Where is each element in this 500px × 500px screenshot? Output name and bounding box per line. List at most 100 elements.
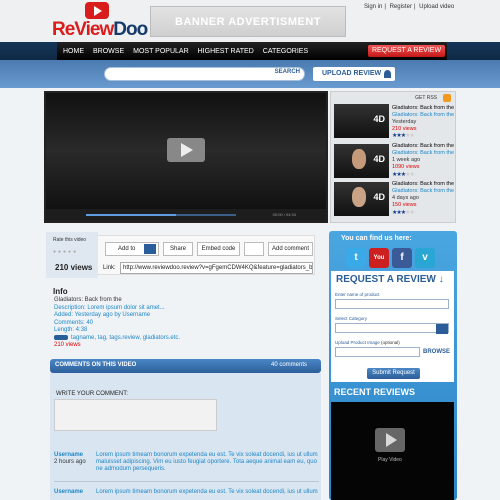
search-button[interactable]: SEARCH	[275, 69, 300, 75]
comment-item: Username 2 hours ago Lorem ipsum timeam …	[54, 452, 319, 480]
play-video-label: Play Video	[378, 457, 402, 463]
add-to-label: Add to	[118, 246, 136, 252]
add-comment-button[interactable]: Add comment	[268, 242, 313, 256]
logo[interactable]: ReViewDoo	[52, 2, 152, 42]
logo-text-red: ReView	[52, 19, 114, 40]
request-review-button[interactable]: REQUEST A REVIEW	[368, 45, 445, 57]
view-count: 210 views	[55, 263, 93, 272]
related-video-info: Gladiators: Back from the Gladiators: Ba…	[392, 181, 456, 209]
sign-in-link[interactable]: Sign in	[364, 4, 382, 10]
search-input[interactable]: SEARCH	[104, 67, 305, 81]
info-comments: Comments: 40	[54, 319, 94, 326]
star-rating[interactable]: ★★★★★	[392, 171, 415, 178]
request-title-text: REQUEST A REVIEW	[336, 274, 436, 285]
chevron-down-icon[interactable]	[436, 324, 448, 334]
recent-reviews-title: RECENT REVIEWS	[334, 387, 416, 397]
nav-most-popular[interactable]: MOST POPULAR	[133, 48, 189, 55]
play-icon[interactable]	[375, 428, 405, 452]
register-link[interactable]: Register	[390, 4, 412, 10]
upload-input[interactable]	[335, 347, 420, 357]
player-time: 00:00 / 04:34	[272, 212, 296, 217]
comment-time: 2 hours ago	[54, 459, 86, 465]
rss-icon[interactable]	[443, 94, 451, 102]
comment-user[interactable]: Username	[54, 452, 83, 459]
rate-label: Rate this video	[53, 237, 87, 243]
link-field[interactable]: http://www.reviewdoo.review?v=gFgemCDW4K…	[120, 262, 313, 274]
submit-request-button[interactable]: Submit Request	[367, 368, 420, 379]
video-thumbnail[interactable]: 4D	[334, 104, 389, 138]
info-views: 210 views	[54, 342, 81, 349]
upload-review-button[interactable]: UPLOAD REVIEW	[313, 67, 395, 81]
comments-count: 40 comments	[270, 362, 307, 368]
category-select[interactable]	[335, 323, 449, 334]
rss-label[interactable]: GET RSS	[415, 95, 437, 101]
nav-browse[interactable]: BROWSE	[93, 48, 124, 55]
play-icon[interactable]	[167, 138, 205, 162]
comment-text: Lorem ipsum timeam bonorum expetenda eu …	[96, 489, 318, 495]
comment-text: Lorem ipsum timeam bonorum expetenda eu …	[96, 452, 318, 472]
related-ago: Yesterday	[392, 119, 417, 125]
logo-text-dark: Doo	[113, 19, 148, 40]
write-comment-label: WRITE YOUR COMMENT:	[56, 391, 128, 397]
browse-button[interactable]: BROWSE	[423, 349, 450, 355]
video-stage[interactable]	[46, 93, 326, 209]
facebook-icon[interactable]: f	[392, 248, 412, 268]
comment-item: Username Lorem ipsum timeam bonorum expe…	[54, 489, 319, 500]
related-views: 150 views	[392, 202, 417, 208]
vimeo-icon[interactable]: v	[415, 248, 435, 268]
nav-highest-rated[interactable]: HIGHEST RATED	[198, 48, 254, 55]
related-subtitle[interactable]: Gladiators: Back from the	[392, 112, 456, 119]
related-title[interactable]: Gladiators: Back from the	[392, 105, 456, 112]
nav-home[interactable]: HOME	[63, 48, 84, 55]
upload-arrow-icon	[384, 70, 391, 78]
related-title[interactable]: Gladiators: Back from the	[392, 181, 456, 188]
top-links: Sign in | Register | Upload video	[364, 4, 455, 10]
thumb-badge: 4D	[373, 192, 385, 202]
flag-icon[interactable]	[244, 242, 264, 256]
info-title: Gladiators: Back from the	[54, 297, 122, 303]
info-description[interactable]: Description: Lorem ipsum dolor sit amet.…	[54, 305, 324, 313]
product-label: Enter name of product	[335, 292, 380, 297]
related-subtitle[interactable]: Gladiators: Back from the	[392, 188, 456, 195]
comment-user[interactable]: Username	[54, 489, 83, 496]
link-label: Link:	[103, 265, 116, 271]
nav-categories[interactable]: CATEGORIES	[263, 48, 308, 55]
banner-ad[interactable]: BANNER ADVERTISMENT	[150, 6, 346, 37]
comment-textarea[interactable]	[54, 399, 217, 431]
chevron-down-icon[interactable]	[144, 244, 156, 254]
related-ago: 1 week ago	[392, 157, 421, 163]
progress-buffer	[86, 214, 176, 216]
info-tags[interactable]: tagname, tag, tags.review, gladiators.et…	[71, 335, 180, 341]
related-subtitle[interactable]: Gladiators: Back from the	[392, 150, 456, 157]
star-rating[interactable]: ★★★★★	[392, 209, 415, 216]
arrow-down-icon: ↓	[438, 274, 444, 285]
video-thumbnail[interactable]: 4D	[334, 144, 389, 178]
thumb-badge: 4D	[373, 154, 385, 164]
info-details: Gladiators: Back from the Description: L…	[54, 297, 324, 350]
product-input[interactable]	[335, 299, 449, 309]
rate-stars[interactable]: ●●●●●	[53, 249, 78, 255]
star-rating[interactable]: ★★★★★	[392, 132, 415, 139]
upload-label: Upload Product Image (optional)	[335, 340, 400, 345]
related-ago: 4 days ago	[392, 195, 419, 201]
upload-review-label: UPLOAD REVIEW	[322, 70, 382, 77]
add-to-button[interactable]: Add to	[105, 242, 159, 256]
twitter-icon[interactable]: t	[346, 248, 366, 268]
info-added: Added: Yesterday ago by Username	[54, 312, 151, 318]
youtube-icon[interactable]: You	[369, 248, 389, 268]
upload-video-link[interactable]: Upload video	[419, 4, 454, 10]
related-views: 1090 views	[392, 164, 420, 170]
embed-code-button[interactable]: Embed code	[197, 242, 240, 256]
info-length: Length: 4:38	[54, 327, 88, 333]
related-video-info: Gladiators: Back from the Gladiators: Ba…	[392, 143, 456, 171]
related-video-info: Gladiators: Back from the Gladiators: Ba…	[392, 105, 456, 133]
thumb-badge: 4D	[373, 114, 385, 124]
logo-play-icon	[85, 2, 109, 19]
share-button[interactable]: Share	[163, 242, 193, 256]
related-title[interactable]: Gladiators: Back from the	[392, 143, 456, 150]
recent-video[interactable]: Play Video	[331, 402, 454, 500]
video-player[interactable]: 00:00 / 04:34	[44, 91, 328, 223]
video-thumbnail[interactable]: 4D	[334, 182, 389, 216]
upload-label-text: Upload Product Image	[335, 340, 380, 345]
tag-icon	[54, 334, 68, 340]
